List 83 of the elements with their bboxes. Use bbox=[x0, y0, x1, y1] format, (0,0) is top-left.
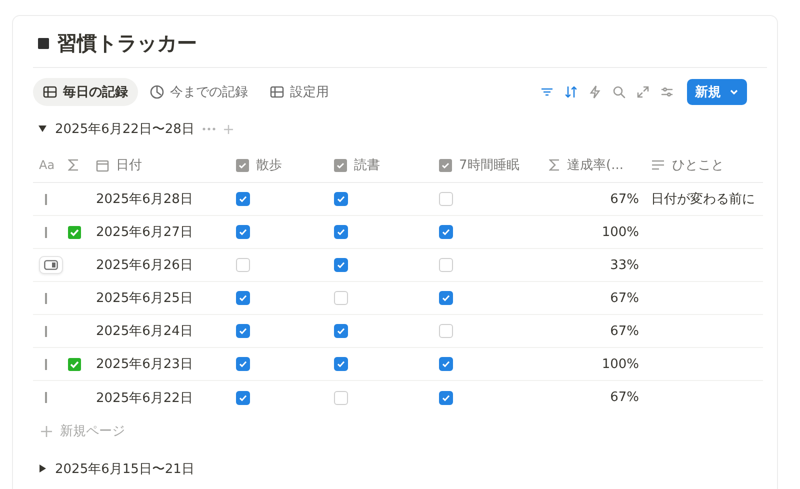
rate-cell: 100% bbox=[602, 356, 639, 372]
checkbox[interactable] bbox=[439, 291, 453, 305]
group-label: 2025年6月22日〜28日 bbox=[55, 121, 194, 138]
checkbox[interactable] bbox=[334, 357, 348, 371]
checkmark-icon bbox=[441, 227, 451, 237]
date-cell-text: 2025年6月26日 bbox=[96, 257, 193, 274]
checkbox-icon bbox=[439, 158, 452, 172]
date-cell-text: 2025年6月24日 bbox=[96, 323, 193, 340]
rate-cell: 100% bbox=[602, 224, 639, 240]
column-header: ひとこと bbox=[672, 157, 724, 174]
checkmark-icon bbox=[336, 326, 346, 336]
plus-icon bbox=[41, 426, 52, 436]
checkbox-icon bbox=[236, 158, 249, 172]
rate-cell: 67% bbox=[610, 290, 639, 306]
date-cell-text: 2025年6月28日 bbox=[96, 191, 193, 208]
checkmark-icon bbox=[441, 293, 451, 303]
rate-cell: 33% bbox=[610, 258, 639, 272]
caret-icon bbox=[729, 87, 739, 97]
table-icon bbox=[270, 85, 284, 99]
view-tab[interactable]: 毎日の記録 bbox=[33, 78, 138, 106]
checkbox-icon bbox=[334, 158, 347, 172]
checkmark-icon bbox=[238, 227, 248, 237]
checkbox[interactable] bbox=[236, 291, 250, 305]
checkbox[interactable] bbox=[439, 258, 453, 272]
date-cell-text: 2025年6月25日 bbox=[96, 290, 193, 307]
checkmark-icon bbox=[238, 392, 248, 402]
checkmark-icon bbox=[441, 392, 451, 402]
expand-toggle[interactable] bbox=[38, 464, 47, 474]
side-panel-icon bbox=[44, 260, 58, 270]
checkmark-icon bbox=[238, 293, 248, 303]
rate-cell: 67% bbox=[610, 324, 639, 338]
checkmark-icon bbox=[336, 260, 346, 270]
checkbox[interactable] bbox=[236, 225, 250, 239]
checkbox[interactable] bbox=[236, 258, 250, 272]
sigma-icon bbox=[68, 159, 79, 171]
checkbox[interactable] bbox=[334, 390, 348, 404]
table-icon bbox=[43, 85, 57, 99]
checkbox[interactable] bbox=[334, 225, 348, 239]
checkmark-icon bbox=[336, 359, 346, 369]
column-header: 散歩 bbox=[256, 157, 282, 174]
checkbox[interactable] bbox=[334, 324, 348, 338]
column-header: 日付 bbox=[116, 157, 142, 174]
page-title: 習慣トラッカー bbox=[57, 30, 197, 57]
checkbox[interactable] bbox=[236, 357, 250, 371]
checkbox[interactable] bbox=[334, 258, 348, 272]
checkmark-icon bbox=[336, 227, 346, 237]
column-header: 読書 bbox=[354, 157, 380, 174]
checkmark-icon bbox=[238, 194, 248, 204]
more-icon[interactable] bbox=[202, 127, 216, 131]
new-button[interactable]: 新規 bbox=[687, 79, 747, 105]
checkbox[interactable] bbox=[236, 192, 250, 206]
collapse-toggle[interactable] bbox=[38, 124, 47, 134]
rate-cell: 67% bbox=[610, 192, 639, 206]
view-tab[interactable]: 今までの記録 bbox=[140, 78, 258, 106]
date-cell-text: 2025年6月22日 bbox=[96, 390, 193, 406]
checkbox[interactable] bbox=[439, 225, 453, 239]
checkbox[interactable] bbox=[334, 291, 348, 305]
checkmark-icon bbox=[238, 326, 248, 336]
column-header: 達成率(... bbox=[567, 157, 624, 174]
group-label: 2025年6月15日〜21日 bbox=[55, 461, 194, 478]
clock-icon bbox=[150, 85, 164, 99]
checkbox[interactable] bbox=[439, 357, 453, 371]
checkmark-icon bbox=[441, 359, 451, 369]
checkbox[interactable] bbox=[236, 390, 250, 404]
note-cell-text: 日付が変わる前に bbox=[651, 191, 755, 208]
checkmark-icon bbox=[336, 194, 346, 204]
column-header: 7時間睡眠 bbox=[459, 157, 520, 174]
checkbox[interactable] bbox=[236, 324, 250, 338]
column-type-label: Aa bbox=[39, 158, 55, 172]
view-tab[interactable]: 設定用 bbox=[260, 78, 339, 106]
text-lines-icon bbox=[651, 160, 665, 170]
checkbox[interactable] bbox=[334, 192, 348, 206]
rate-cell: 67% bbox=[610, 390, 639, 405]
open-peek-button[interactable] bbox=[39, 256, 63, 274]
checkbox[interactable] bbox=[439, 324, 453, 338]
page-icon bbox=[38, 38, 49, 49]
calendar-icon bbox=[96, 158, 109, 172]
date-cell-text: 2025年6月27日 bbox=[96, 224, 193, 241]
sigma-icon bbox=[549, 159, 560, 171]
checkbox[interactable] bbox=[439, 390, 453, 404]
checkmark-icon bbox=[238, 359, 248, 369]
date-cell-text: 2025年6月23日 bbox=[96, 356, 193, 373]
checkbox[interactable] bbox=[439, 192, 453, 206]
